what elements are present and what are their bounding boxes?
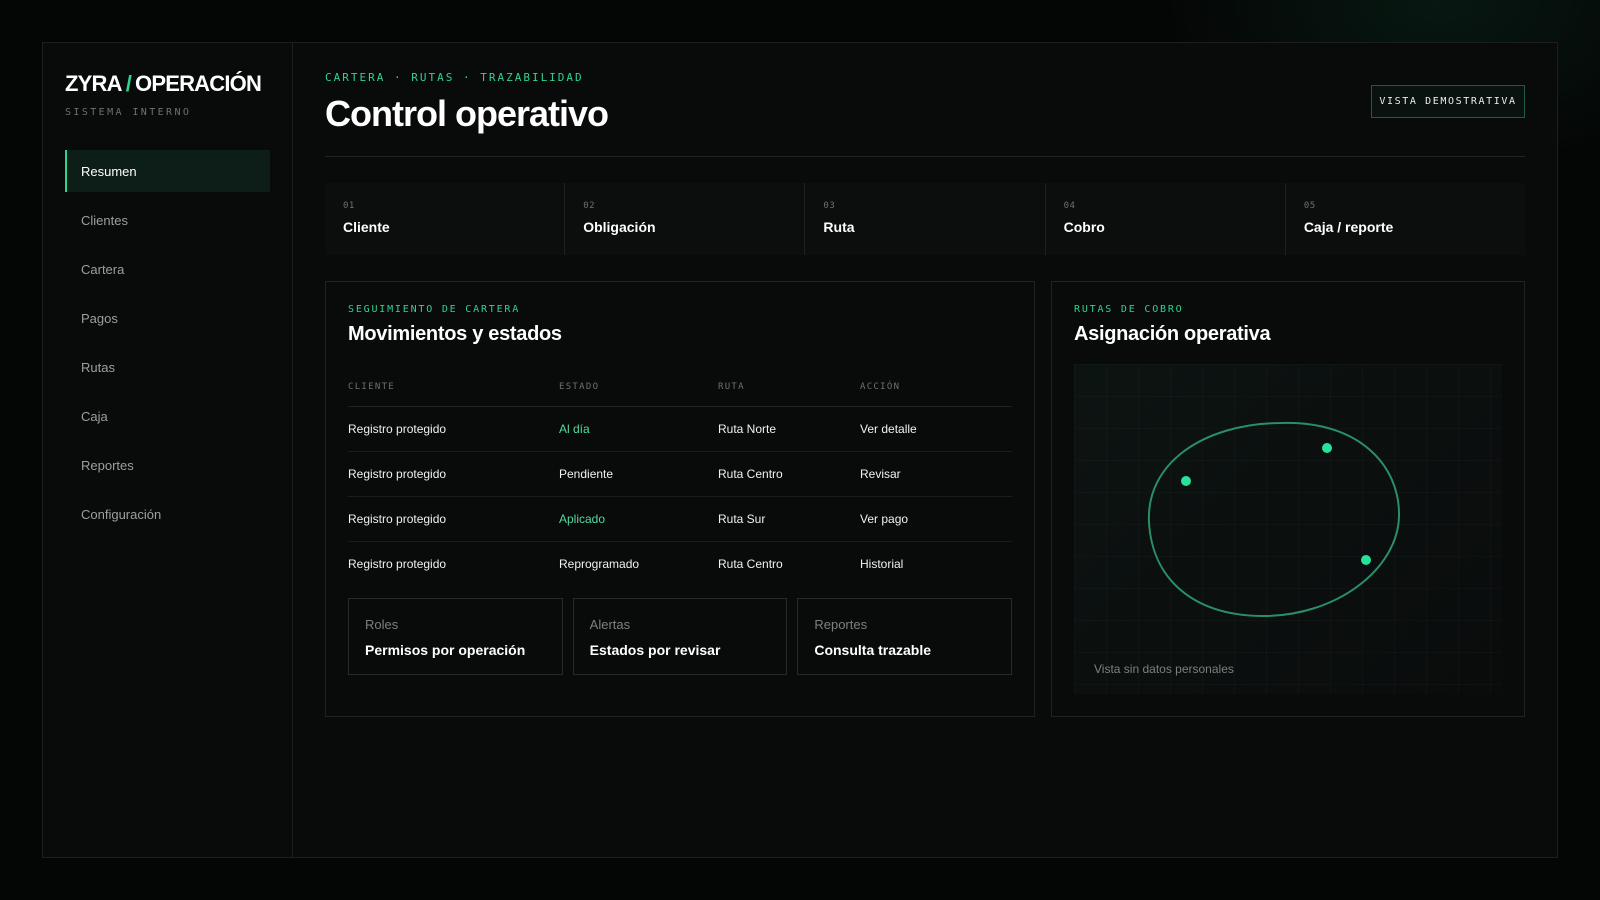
brand-logo: ZYRA / OPERACIÓN <box>65 71 270 97</box>
cell-route: Ruta Sur <box>718 496 860 542</box>
step-cliente: 01 Cliente <box>325 183 566 255</box>
route-map: Vista sin datos personales <box>1074 364 1502 694</box>
sidebar-item-cartera[interactable]: Cartera <box>65 248 270 290</box>
step-label: Obligación <box>583 219 656 235</box>
cell-client: Registro protegido <box>348 556 447 571</box>
sidebar-item-configuracion[interactable]: Configuración <box>65 493 270 535</box>
tracking-title: Movimientos y estados <box>348 323 562 345</box>
cell-action-link[interactable]: Revisar <box>860 451 1012 497</box>
table-row: Registro protegido Pendiente Ruta Centro… <box>348 451 1012 497</box>
cell-client: Registro protegido <box>348 496 559 542</box>
step-label: Ruta <box>823 219 855 235</box>
sidebar-item-pagos[interactable]: Pagos <box>65 297 270 339</box>
table-row: Registro protegido Al día Ruta Norte Ver… <box>348 406 1012 452</box>
column-header-cliente: CLIENTE <box>348 368 559 407</box>
cell-action-link[interactable]: Ver detalle <box>860 406 1012 452</box>
cell-status: Pendiente <box>559 451 718 497</box>
sidebar-item-rutas[interactable]: Rutas <box>65 346 270 388</box>
table-row: Registro protegido Aplicado Ruta Sur Ver… <box>348 496 1012 542</box>
breadcrumb: CARTERA · RUTAS · TRAZABILIDAD <box>325 71 584 84</box>
demo-view-button[interactable]: VISTA DEMOSTRATIVA <box>1371 85 1525 118</box>
header-divider <box>325 156 1525 157</box>
sidebar-item-resumen[interactable]: Resumen <box>65 150 270 192</box>
feature-card-value: Consulta trazable <box>814 642 932 658</box>
map-note: Vista sin datos personales <box>1094 662 1234 676</box>
sidebar: ZYRA / OPERACIÓN SISTEMA INTERNO Resumen C… <box>43 43 293 857</box>
step-label: Cliente <box>343 219 390 235</box>
cell-route: Ruta Norte <box>718 406 860 452</box>
process-steps: 01 Cliente 02 Obligación 03 Ruta 04 Cobr… <box>325 183 1526 255</box>
cell-status: Reprogramado <box>559 556 640 571</box>
routes-eyebrow: RUTAS DE COBRO <box>1074 304 1184 315</box>
main-content: CARTERA · RUTAS · TRAZABILIDAD Control o… <box>293 43 1557 857</box>
cell-action-link[interactable]: Ver pago <box>860 496 1012 542</box>
route-loop <box>1147 421 1401 618</box>
feature-card-label: Alertas <box>589 617 631 632</box>
column-header-accion: ACCIÓN <box>860 368 1012 407</box>
cell-route: Ruta Centro <box>718 556 783 571</box>
route-map-graphic <box>1147 421 1401 618</box>
brand-name-right: OPERACIÓN <box>135 71 262 96</box>
brand-name-left: ZYRA <box>65 71 122 96</box>
sidebar-item-caja[interactable]: Caja <box>65 395 270 437</box>
feature-cards: Roles Permisos por operación Alertas Est… <box>348 598 1013 675</box>
cell-status: Aplicado <box>559 496 718 542</box>
brand-subtitle: SISTEMA INTERNO <box>65 107 192 118</box>
step-label: Cobro <box>1063 219 1105 235</box>
feature-card-roles: Roles Permisos por operación <box>348 598 563 675</box>
step-ruta: 03 Ruta <box>805 183 1046 255</box>
app-window: ZYRA / OPERACIÓN SISTEMA INTERNO Resumen C… <box>42 42 1558 858</box>
sidebar-item-reportes[interactable]: Reportes <box>65 444 270 486</box>
cell-route: Ruta Centro <box>718 451 860 497</box>
feature-card-value: Permisos por operación <box>365 642 526 658</box>
movements-table: CLIENTE ESTADO RUTA ACCIÓN Registro prot… <box>348 368 1012 586</box>
sidebar-nav: Resumen Clientes Cartera Pagos Rutas Caj… <box>65 150 270 535</box>
tracking-eyebrow: SEGUIMIENTO DE CARTERA <box>348 304 521 315</box>
step-number: 01 <box>343 201 355 211</box>
page-title: Control operativo <box>325 93 609 134</box>
table-header-row: CLIENTE ESTADO RUTA ACCIÓN <box>348 368 1012 407</box>
feature-card-label: Roles <box>365 617 399 632</box>
sidebar-item-clientes[interactable]: Clientes <box>65 199 270 241</box>
step-caja-reporte: 05 Caja / reporte <box>1285 183 1526 255</box>
cell-client: Registro protegido <box>348 406 559 452</box>
routes-panel: RUTAS DE COBRO Asignación operativa Vist… <box>1051 281 1525 717</box>
step-cobro: 04 Cobro <box>1045 183 1286 255</box>
route-point-east[interactable] <box>1361 555 1371 565</box>
step-number: 05 <box>1303 201 1316 211</box>
feature-card-label: Reportes <box>814 617 868 632</box>
column-header-estado: ESTADO <box>559 368 718 407</box>
panels-row: SEGUIMIENTO DE CARTERA Movimientos y est… <box>325 281 1525 717</box>
cell-client: Registro protegido <box>348 451 559 497</box>
cell-status: Al día <box>559 406 718 452</box>
feature-card-alertas: Alertas Estados por revisar <box>572 598 788 675</box>
table-row: Registro protegido Reprogramado Ruta Cen… <box>348 541 1012 586</box>
step-number: 02 <box>583 201 596 211</box>
step-obligacion: 02 Obligación <box>565 183 806 255</box>
tracking-panel: SEGUIMIENTO DE CARTERA Movimientos y est… <box>325 281 1035 717</box>
routes-title: Asignación operativa <box>1074 323 1271 345</box>
feature-card-reportes: Reportes Consulta trazable <box>797 598 1013 675</box>
feature-card-value: Estados por revisar <box>589 642 721 658</box>
cell-action-link[interactable]: Historial <box>860 541 1012 586</box>
step-number: 03 <box>823 201 836 211</box>
route-point-north[interactable] <box>1322 443 1332 453</box>
step-number: 04 <box>1063 201 1076 211</box>
brand-slash: / <box>125 71 132 96</box>
step-label: Caja / reporte <box>1303 219 1394 235</box>
route-point-west[interactable] <box>1181 476 1191 486</box>
column-header-ruta: RUTA <box>718 368 860 407</box>
